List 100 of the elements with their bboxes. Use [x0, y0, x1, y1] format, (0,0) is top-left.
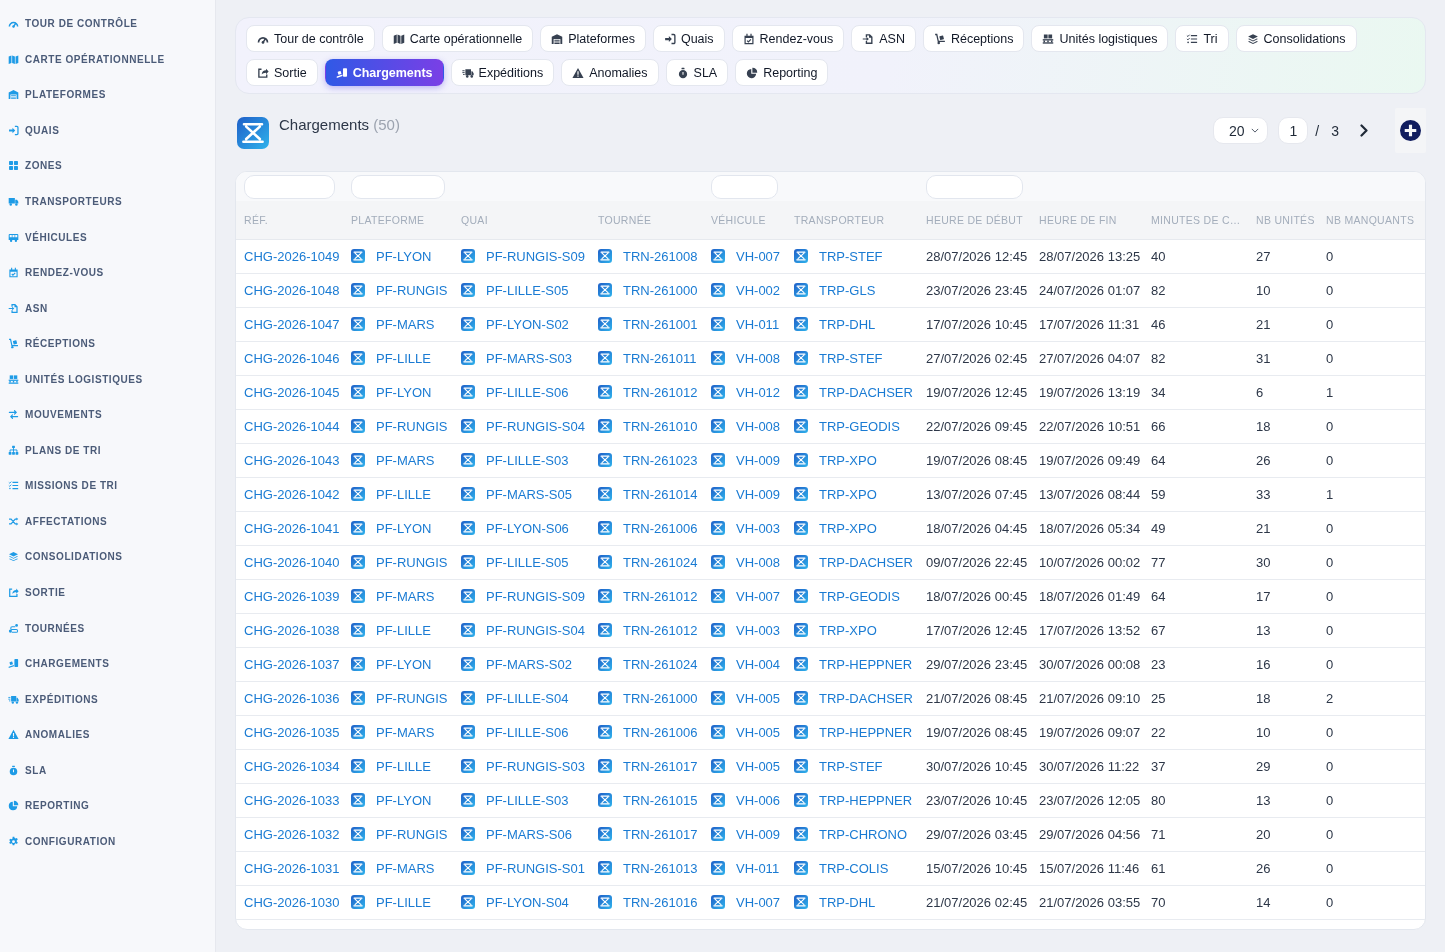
platform-link[interactable]: PF-LILLE [376, 758, 431, 774]
dock-link[interactable]: PF-RUNGIS-S09 [486, 588, 585, 604]
sidebar-item[interactable]: REPORTING [0, 788, 215, 824]
dock-link[interactable]: PF-LYON-S04 [486, 894, 569, 910]
reference-link[interactable]: CHG-2026-1043 [244, 452, 340, 468]
platform-link[interactable]: PF-LYON [376, 792, 432, 808]
sidebar-item[interactable]: TOURNÉES [0, 610, 215, 646]
filter-field[interactable] [244, 175, 335, 199]
tab[interactable]: Tri [1175, 25, 1229, 52]
route-link[interactable]: TRN-261001 [623, 316, 698, 332]
reference-link[interactable]: CHG-2026-1040 [244, 554, 340, 570]
dock-link[interactable]: PF-LILLE-S04 [486, 690, 569, 706]
reference-link[interactable]: CHG-2026-1044 [244, 418, 340, 434]
tab[interactable]: Rendez-vous [731, 25, 845, 52]
platform-link[interactable]: PF-RUNGIS [376, 690, 448, 706]
tab[interactable]: Anomalies [561, 59, 659, 86]
vehicle-link[interactable]: VH-002 [736, 282, 781, 298]
platform-link[interactable]: PF-RUNGIS [376, 418, 448, 434]
reference-link[interactable]: CHG-2026-1047 [244, 316, 340, 332]
route-link[interactable]: TRN-261024 [623, 656, 698, 672]
vehicle-link[interactable]: VH-005 [736, 690, 781, 706]
carrier-link[interactable]: TRP-COLIS [819, 860, 889, 876]
platform-link[interactable]: PF-RUNGIS [376, 282, 448, 298]
vehicle-link[interactable]: VH-008 [736, 350, 781, 366]
sidebar-item[interactable]: SORTIE [0, 574, 215, 611]
route-link[interactable]: TRN-261023 [623, 452, 698, 468]
vehicle-link[interactable]: VH-006 [736, 792, 781, 808]
sidebar-item[interactable]: TRANSPORTEURS [0, 183, 215, 220]
dock-link[interactable]: PF-LILLE-S05 [486, 554, 569, 570]
carrier-link[interactable]: TRP-STEF [819, 350, 883, 366]
carrier-link[interactable]: TRP-CHRONO [819, 826, 908, 842]
platform-link[interactable]: PF-LYON [376, 656, 432, 672]
tab[interactable]: Reporting [735, 59, 829, 86]
carrier-link[interactable]: TRP-GLS [819, 282, 876, 298]
vehicle-link[interactable]: VH-009 [736, 826, 781, 842]
vehicle-link[interactable]: VH-005 [736, 758, 781, 774]
sidebar-item[interactable]: AFFECTATIONS [0, 503, 215, 540]
sidebar-item[interactable]: ANOMALIES [0, 716, 215, 753]
dock-link[interactable]: PF-LYON-S02 [486, 316, 569, 332]
vehicle-link[interactable]: VH-011 [736, 316, 780, 332]
vehicle-link[interactable]: VH-009 [736, 486, 781, 502]
platform-link[interactable]: PF-LILLE [376, 622, 431, 638]
vehicle-link[interactable]: VH-008 [736, 554, 781, 570]
vehicle-link[interactable]: VH-005 [736, 724, 781, 740]
dock-link[interactable]: PF-MARS-S02 [486, 656, 572, 672]
tab[interactable]: Chargements [324, 59, 444, 86]
route-link[interactable]: TRN-261012 [623, 588, 698, 604]
route-link[interactable]: TRN-261013 [623, 860, 698, 876]
route-link[interactable]: TRN-261015 [623, 792, 698, 808]
carrier-link[interactable]: TRP-DACHSER [819, 384, 913, 400]
carrier-link[interactable]: TRP-XPO [819, 622, 877, 638]
route-link[interactable]: TRN-261010 [623, 418, 698, 434]
tab[interactable]: Tour de contrôle [246, 25, 375, 52]
sidebar-item[interactable]: EXPÉDITIONS [0, 681, 215, 717]
tab[interactable]: Consolidations [1235, 25, 1357, 52]
carrier-link[interactable]: TRP-HEPPNER [819, 656, 913, 672]
dock-link[interactable]: PF-RUNGIS-S09 [486, 248, 585, 264]
reference-link[interactable]: CHG-2026-1045 [244, 384, 340, 400]
route-link[interactable]: TRN-261017 [623, 826, 698, 842]
route-link[interactable]: TRN-261014 [623, 486, 698, 502]
sidebar-item[interactable]: ZONES [0, 148, 215, 184]
page-input[interactable]: 1 [1278, 117, 1309, 144]
carrier-link[interactable]: TRP-DACHSER [819, 690, 913, 706]
reference-link[interactable]: CHG-2026-1038 [244, 622, 340, 638]
dock-link[interactable]: PF-RUNGIS-S01 [486, 860, 585, 876]
carrier-link[interactable]: TRP-XPO [819, 486, 877, 502]
sidebar-item[interactable]: RÉCEPTIONS [0, 325, 215, 362]
platform-link[interactable]: PF-MARS [376, 860, 435, 876]
vehicle-link[interactable]: VH-007 [736, 248, 781, 264]
route-link[interactable]: TRN-261000 [623, 690, 698, 706]
vehicle-link[interactable]: VH-003 [736, 622, 781, 638]
tab[interactable]: Unités logistiques [1031, 25, 1169, 52]
dock-link[interactable]: PF-RUNGIS-S04 [486, 418, 585, 434]
tab[interactable]: ASN [851, 25, 916, 52]
route-link[interactable]: TRN-261024 [623, 554, 698, 570]
sidebar-item[interactable]: TOUR DE CONTRÔLE [0, 6, 215, 42]
carrier-link[interactable]: TRP-GEODIS [819, 588, 900, 604]
dock-link[interactable]: PF-MARS-S03 [486, 350, 572, 366]
sidebar-item[interactable]: QUAIS [0, 112, 215, 149]
tab[interactable]: Quais [652, 25, 725, 52]
platform-link[interactable]: PF-MARS [376, 724, 435, 740]
carrier-link[interactable]: TRP-GEODIS [819, 418, 900, 434]
dock-link[interactable]: PF-LILLE-S03 [486, 452, 569, 468]
vehicle-link[interactable]: VH-009 [736, 452, 781, 468]
reference-link[interactable]: CHG-2026-1033 [244, 792, 340, 808]
route-link[interactable]: TRN-261016 [623, 894, 698, 910]
dock-link[interactable]: PF-RUNGIS-S03 [486, 758, 585, 774]
sidebar-item[interactable]: CARTE OPÉRATIONNELLE [0, 41, 215, 78]
reference-link[interactable]: CHG-2026-1036 [244, 690, 340, 706]
sidebar-item[interactable]: CONFIGURATION [0, 823, 215, 860]
reference-link[interactable]: CHG-2026-1037 [244, 656, 340, 672]
dock-link[interactable]: PF-LILLE-S05 [486, 282, 569, 298]
vehicle-link[interactable]: VH-003 [736, 520, 781, 536]
sidebar-item[interactable]: RENDEZ-VOUS [0, 254, 215, 291]
carrier-link[interactable]: TRP-STEF [819, 248, 883, 264]
platform-link[interactable]: PF-MARS [376, 588, 435, 604]
vehicle-link[interactable]: VH-011 [736, 860, 780, 876]
filter-field[interactable] [351, 175, 445, 199]
reference-link[interactable]: CHG-2026-1042 [244, 486, 340, 502]
reference-link[interactable]: CHG-2026-1031 [244, 860, 340, 876]
